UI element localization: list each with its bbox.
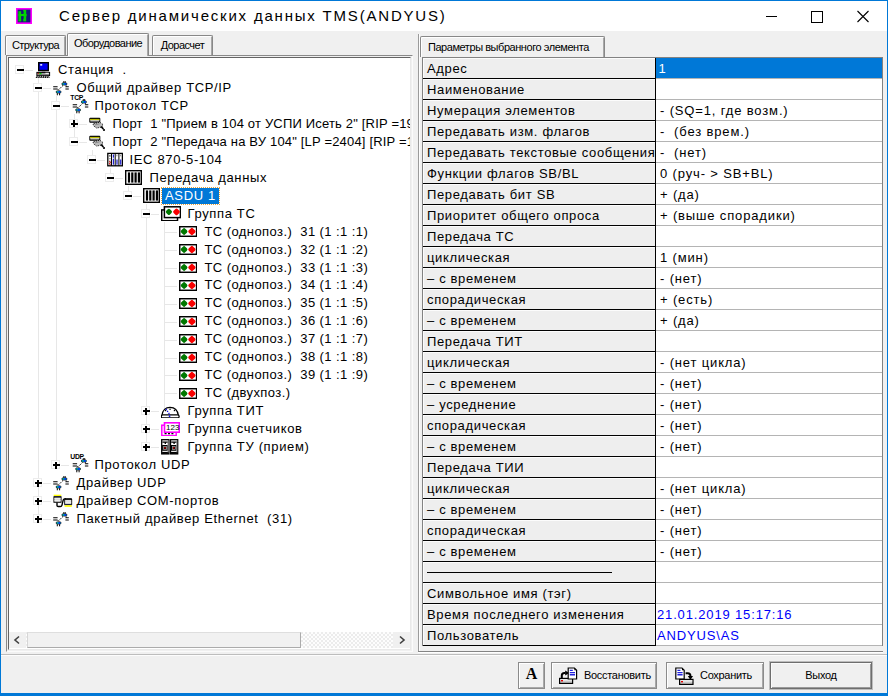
svg-text:TCP: TCP	[70, 94, 84, 101]
svg-text:UDP: UDP	[70, 453, 84, 460]
